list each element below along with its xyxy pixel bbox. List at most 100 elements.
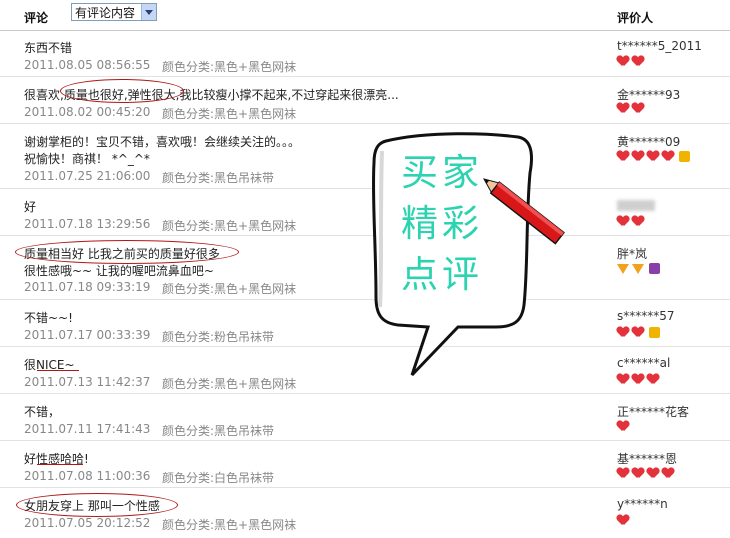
comments-header: 评论 有评论内容 评价人 <box>0 0 730 31</box>
color-category: 颜色分类:黑色+黑色网袜 <box>162 107 297 121</box>
seller-badge-icon <box>679 151 690 162</box>
color-category: 颜色分类:粉色吊袜带 <box>162 330 275 344</box>
color-category: 颜色分类:黑色吊袜带 <box>162 171 275 185</box>
callout-line-3: 点评 <box>401 253 483 296</box>
heart-icon <box>647 151 659 162</box>
comment-filter-select[interactable]: 有评论内容 <box>71 3 157 21</box>
heart-icon <box>617 421 629 432</box>
comment-meta: 2011.07.18 13:29:56 颜色分类:黑色+黑色网袜 <box>24 217 296 233</box>
reviewer-rank <box>617 103 647 117</box>
comment-meta: 2011.07.11 17:41:43 颜色分类:黑色吊袜带 <box>24 422 274 438</box>
heart-icon <box>662 151 674 162</box>
color-category: 颜色分类:黑色吊袜带 <box>162 424 275 438</box>
highlight-underline <box>37 464 83 465</box>
comment-date: 2011.07.11 17:41:43 <box>24 422 151 436</box>
comment-date: 2011.07.08 11:00:36 <box>24 469 151 483</box>
heart-icon <box>632 374 644 385</box>
reviewer-name[interactable]: s******57 <box>617 309 675 323</box>
comment-column-header: 评论 <box>24 11 49 25</box>
comment-date: 2011.07.18 13:29:56 <box>24 217 151 231</box>
diamond-icon <box>632 264 644 274</box>
reviewer-name[interactable]: 基******恩 <box>617 450 677 467</box>
comment-meta: 2011.07.25 21:06:00 颜色分类:黑色吊袜带 <box>24 169 274 185</box>
seller-badge-icon <box>649 263 660 274</box>
comment-date: 2011.07.25 21:06:00 <box>24 169 151 183</box>
comment-meta: 2011.07.05 20:12:52 颜色分类:黑色+黑色网袜 <box>24 516 296 532</box>
highlight-underline <box>37 370 79 371</box>
comment-text: 东西不错 <box>24 41 73 55</box>
callout-line-2: 精彩 <box>401 202 483 245</box>
highlight-circle <box>15 240 239 264</box>
reviewer-rank <box>617 421 632 435</box>
comment-meta: 2011.08.05 08:56:55 颜色分类:黑色+黑色网袜 <box>24 58 296 74</box>
callout-line-1: 买家 <box>401 151 483 194</box>
comment-filter-value: 有评论内容 <box>75 6 136 20</box>
table-row: 不错~~! 2011.07.17 00:33:39 颜色分类:粉色吊袜带 s***… <box>0 300 730 347</box>
reviewer-name[interactable]: 胖*岚 <box>617 245 647 262</box>
comment-meta: 2011.08.02 00:45:20 颜色分类:黑色+黑色网袜 <box>24 105 296 121</box>
highlight-circle <box>16 493 178 517</box>
reviewer-rank <box>617 468 677 482</box>
reviewer-name[interactable]: 黄******09 <box>617 133 680 150</box>
heart-icon <box>617 327 629 338</box>
color-category: 颜色分类:黑色+黑色网袜 <box>162 518 297 532</box>
comment-date: 2011.07.18 09:33:19 <box>24 280 151 294</box>
comment-meta: 2011.07.17 00:33:39 颜色分类:粉色吊袜带 <box>24 328 274 344</box>
color-category: 颜色分类:黑色+黑色网袜 <box>162 60 297 74</box>
reviewer-name[interactable]: 金******93 <box>617 86 680 103</box>
chevron-down-icon[interactable] <box>141 4 156 20</box>
heart-icon <box>647 468 659 479</box>
heart-icon <box>647 374 659 385</box>
reviewer-rank <box>617 151 690 165</box>
buyer-review-callout: 买家 精彩 点评 <box>368 127 568 390</box>
heart-icon <box>632 468 644 479</box>
table-row: 不错， 2011.07.11 17:41:43 颜色分类:黑色吊袜带 正*****… <box>0 394 730 441</box>
comment-text: 不错， <box>24 405 61 419</box>
reviewer-name-masked[interactable] <box>617 198 655 212</box>
heart-icon <box>662 468 674 479</box>
comment-date: 2011.08.05 08:56:55 <box>24 58 151 72</box>
comment-date: 2011.07.13 11:42:37 <box>24 375 151 389</box>
reviewer-name[interactable]: c******al <box>617 356 670 370</box>
reviewer-name[interactable]: 正******花客 <box>617 403 689 420</box>
heart-icon <box>617 216 629 227</box>
comment-meta: 2011.07.18 09:33:19 颜色分类:黑色+黑色网袜 <box>24 280 296 296</box>
comment-text: 谢谢掌柜的！宝贝不错，喜欢哦！会继续关注的。。。 <box>24 135 301 149</box>
comment-text: 好 <box>24 200 37 214</box>
heart-icon <box>617 468 629 479</box>
heart-icon <box>632 103 644 114</box>
diamond-icon <box>617 264 629 274</box>
comment-date: 2011.07.05 20:12:52 <box>24 516 151 530</box>
heart-icon <box>617 151 629 162</box>
heart-icon <box>632 216 644 227</box>
table-row: 好 2011.07.18 13:29:56 颜色分类:黑色+黑色网袜 <box>0 189 730 236</box>
comment-text: 不错~~! <box>24 311 73 325</box>
reviewer-rank <box>617 374 662 388</box>
heart-icon <box>617 374 629 385</box>
reviewer-rank <box>617 327 660 341</box>
table-row: 好性感哈哈! 2011.07.08 11:00:36 颜色分类:白色吊袜带 基**… <box>0 441 730 488</box>
reviewer-name[interactable]: y******n <box>617 497 668 511</box>
comment-meta: 2011.07.13 11:42:37 颜色分类:黑色+黑色网袜 <box>24 375 296 391</box>
heart-icon <box>632 151 644 162</box>
table-row: 很NICE~ 2011.07.13 11:42:37 颜色分类:黑色+黑色网袜 c… <box>0 347 730 394</box>
comment-text-line2: 很性感哦~~ 让我的喔吧流鼻血吧~ <box>24 264 214 278</box>
reviewer-name[interactable]: t******5_2011 <box>617 39 702 53</box>
reviewer-rank <box>617 515 632 529</box>
reviewer-column-header: 评价人 <box>617 11 654 25</box>
color-category: 颜色分类:黑色+黑色网袜 <box>162 219 297 233</box>
heart-icon <box>617 515 629 526</box>
color-category: 颜色分类:黑色+黑色网袜 <box>162 282 297 296</box>
heart-icon <box>632 56 644 67</box>
comment-date: 2011.07.17 00:33:39 <box>24 328 151 342</box>
heart-icon <box>617 56 629 67</box>
comment-meta: 2011.07.08 11:00:36 颜色分类:白色吊袜带 <box>24 469 274 485</box>
reviewer-rank <box>617 216 647 230</box>
comment-date: 2011.08.02 00:45:20 <box>24 105 151 119</box>
reviewer-rank <box>617 263 660 277</box>
color-category: 颜色分类:白色吊袜带 <box>162 471 275 485</box>
color-category: 颜色分类:黑色+黑色网袜 <box>162 377 297 391</box>
table-row: 东西不错 2011.08.05 08:56:55 颜色分类:黑色+黑色网袜 t**… <box>0 31 730 77</box>
heart-icon <box>632 327 644 338</box>
seller-badge-icon <box>649 327 660 338</box>
